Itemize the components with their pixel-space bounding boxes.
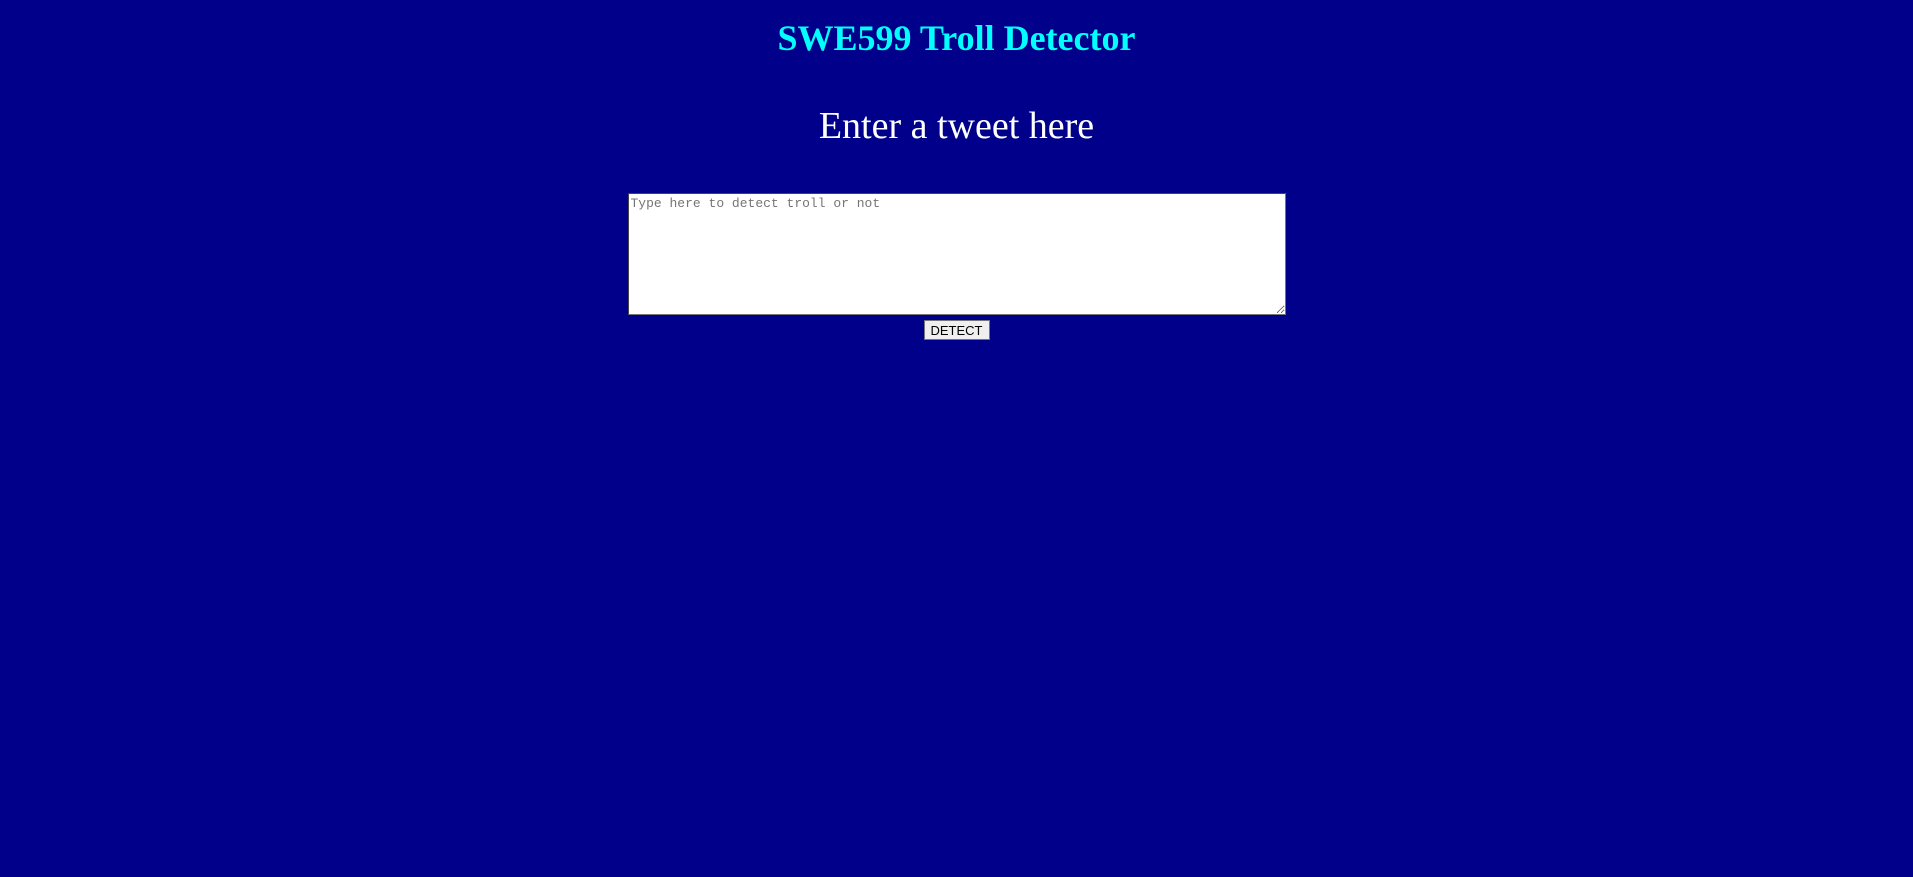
- page-subtitle: Enter a tweet here: [818, 105, 1095, 147]
- page: SWE599 Troll Detector Enter a tweet here…: [0, 0, 1913, 877]
- tweet-input[interactable]: [627, 193, 1286, 315]
- detect-button[interactable]: DETECT: [923, 320, 990, 340]
- detect-form: DETECT: [0, 148, 1913, 340]
- page-title: SWE599 Troll Detector: [777, 18, 1136, 58]
